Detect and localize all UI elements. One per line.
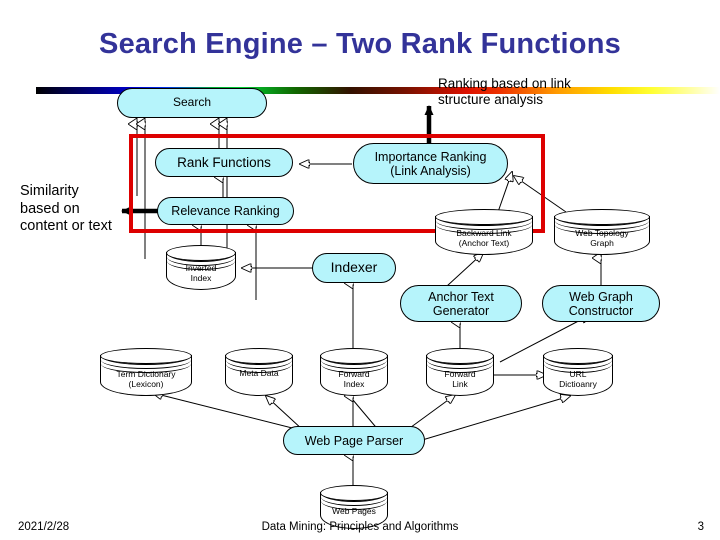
node-rank-functions[interactable]: Rank Functions [155, 148, 293, 177]
datastore-label: Web Pages [332, 506, 376, 517]
node-search[interactable]: Search [117, 88, 267, 118]
datastore-inverted-index[interactable]: Inverted Index [166, 245, 236, 290]
node-relevance-ranking[interactable]: Relevance Ranking [157, 197, 294, 225]
node-importance-ranking-label-1: Importance Ranking [374, 149, 487, 164]
node-web-graph-constructor[interactable]: Web Graph Constructor [542, 285, 660, 322]
datastore-label: Web Topology Graph [575, 227, 629, 249]
node-importance-ranking[interactable]: Importance Ranking (Link Analysis) [353, 143, 508, 184]
annotation-link-ranking: Ranking based on link structure analysis [438, 76, 638, 109]
datastore-label: Forward Link [444, 368, 476, 390]
node-indexer-label: Indexer [330, 259, 378, 276]
node-anchor-text-generator-label-1: Anchor Text [428, 289, 494, 304]
datastore-forward-index[interactable]: Forward Index [320, 348, 388, 396]
datastore-label: Inverted Index [185, 262, 217, 284]
node-relevance-ranking-label: Relevance Ranking [171, 204, 280, 218]
node-web-page-parser-label: Web Page Parser [304, 433, 404, 448]
annotation-similarity-line-2: based on [20, 200, 80, 217]
annotation-similarity-line-1: Similarity [20, 183, 79, 199]
footer-page-number: 3 [697, 521, 704, 533]
node-web-graph-constructor-label-1: Web Graph [569, 289, 633, 304]
datastore-backward-link[interactable]: Backward Link (Anchor Text) [435, 209, 533, 255]
datastore-label: Meta Data [239, 368, 279, 379]
node-web-graph-constructor-label-2: Constructor [568, 303, 634, 318]
annotation-similarity: Similarity based on content or text [20, 183, 138, 236]
node-anchor-text-generator-label-2: Generator [432, 303, 490, 318]
node-web-page-parser[interactable]: Web Page Parser [283, 426, 425, 455]
node-anchor-text-generator[interactable]: Anchor Text Generator [400, 285, 522, 322]
datastore-label: Term Dictionary (Lexicon) [116, 368, 176, 390]
footer-title: Data Mining: Principles and Algorithms [261, 521, 459, 533]
datastore-label: URL Dictioanry [559, 368, 597, 390]
datastore-web-topology-graph[interactable]: Web Topology Graph [554, 209, 650, 255]
datastore-term-dictionary[interactable]: Term Dictionary (Lexicon) [100, 348, 192, 396]
node-indexer[interactable]: Indexer [312, 253, 396, 283]
datastore-meta-data[interactable]: Meta Data [225, 348, 293, 396]
annotation-link-ranking-line-2: structure analysis [438, 92, 544, 108]
annotation-similarity-line-3: content or text [20, 218, 112, 235]
page-title: Search Engine – Two Rank Functions [99, 28, 621, 60]
datastore-label: Backward Link (Anchor Text) [456, 227, 512, 249]
datastore-forward-link[interactable]: Forward Link [426, 348, 494, 396]
node-rank-functions-label: Rank Functions [177, 154, 271, 170]
datastore-url-dictionary[interactable]: URL Dictioanry [543, 348, 613, 396]
annotation-link-ranking-line-1: Ranking based on link [438, 76, 571, 91]
node-importance-ranking-label-2: (Link Analysis) [390, 163, 471, 178]
node-search-label: Search [172, 95, 212, 110]
datastore-label: Forward Index [338, 368, 370, 390]
